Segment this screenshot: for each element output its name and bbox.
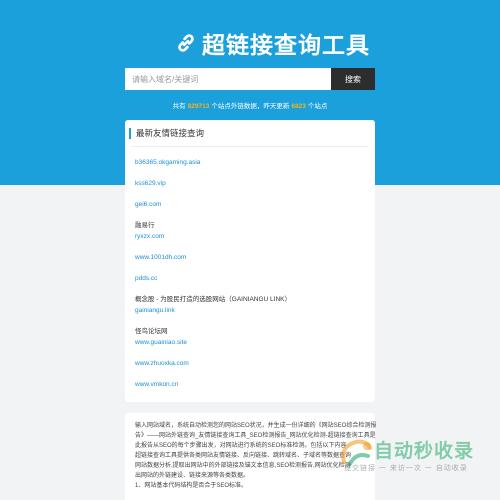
description-text: 输入网站域名，系统自动检测您的网站SEO状况，并生成一份详细的《网站SEO综合检… [135, 421, 377, 491]
list-item: www.1001dh.com [135, 252, 367, 263]
description-line: 1、网站基本代码结构是否合于SEO标准。 [135, 483, 248, 489]
list-item: b36365.okgaming.asia [135, 157, 367, 168]
stats-suffix: 个站点 [307, 103, 328, 110]
site-name: 怪鸟论坛网 [135, 328, 168, 335]
list-item: 概念股 - 为股民打造的选股网站（GAINIANGU LINK） gainian… [135, 294, 367, 316]
stats-middle: 个站点外链数据，昨天更新 [211, 103, 290, 110]
stats-prefix: 共有 [172, 103, 186, 110]
description-line: 此报告从SEO的每个步骤出发，对网站进行系统的SEO标准检测。包括以下内容 [135, 443, 347, 449]
site-link[interactable]: ryxzx.com [135, 231, 367, 242]
site-link[interactable]: kss629.vip [135, 178, 367, 189]
site-link[interactable]: gainiangu.link [135, 305, 367, 316]
site-link[interactable]: www.zhuoxka.com [135, 358, 367, 369]
site-link[interactable]: www.guainiao.site [135, 337, 367, 348]
description-line: 超链接查询工具提供各类网站友情链接、反向链接、跳转域名、子域名等数据查询 [135, 453, 352, 459]
site-name: 概念股 - 为股民打造的选股网站（GAINIANGU LINK） [135, 296, 292, 303]
site-link[interactable]: pdds.cc [135, 273, 367, 284]
site-title: 超链接查询工具 [202, 32, 370, 58]
stats-updated-count: 6823 [291, 103, 306, 110]
search-form: 搜索 [125, 68, 375, 90]
divider [131, 146, 369, 147]
site-name: 融易行 [135, 222, 155, 229]
list-item: kss629.vip [135, 178, 367, 189]
list-item: www.zhuoxka.com [135, 358, 367, 369]
site-link[interactable]: www.1001dh.com [135, 252, 367, 263]
watermark-title: 自动秒收录 [374, 441, 475, 462]
description-line: 输入网站域名，系统自动检测您的网站SEO状况，并生成一份详细的《网站SEO综合检… [135, 423, 377, 429]
list-item: www.vmkon.cn [135, 379, 367, 390]
card-title: 最新友情链接查询 [129, 128, 369, 139]
link-icon [178, 34, 194, 52]
watermark: 自动秒收录 提交链接 一 来访一次 一 自动收录 [336, 432, 486, 480]
list-item: pdds.cc [135, 273, 367, 284]
site-link[interactable]: b36365.okgaming.asia [135, 157, 367, 168]
latest-links-card: 最新友情链接查询 b36365.okgaming.asia kss629.vip… [125, 120, 375, 402]
list-item: 融易行 ryxzx.com [135, 220, 367, 242]
search-button[interactable]: 搜索 [331, 68, 375, 90]
description-line: 告》——网站外链查询_友情链接查询工具_SEO检测报告_网站优化检测-超链接查询… [135, 433, 376, 439]
site-link[interactable]: gei6.com [135, 199, 367, 210]
watermark-subtitle: 提交链接 一 来访一次 一 自动收录 [344, 465, 468, 472]
description-line: 出网站的外链建设、链接来源等各类数据。 [135, 473, 250, 479]
description-line: 网站数据分析,提取出网站中的外部链接及锚文本信息,SEO检测报告,网站优化检测 [135, 463, 351, 469]
stats-total-count: 829713 [187, 103, 210, 110]
site-logo[interactable]: 超链接查询工具 [175, 27, 370, 59]
list-item: gei6.com [135, 199, 367, 210]
site-stats: 共有 829713 个站点外链数据，昨天更新 6823 个站点 [0, 100, 500, 110]
site-link[interactable]: www.vmkon.cn [135, 379, 367, 390]
link-list: b36365.okgaming.asia kss629.vip gei6.com… [125, 157, 375, 390]
list-item: 怪鸟论坛网 www.guainiao.site [135, 326, 367, 348]
search-input[interactable] [125, 68, 331, 90]
